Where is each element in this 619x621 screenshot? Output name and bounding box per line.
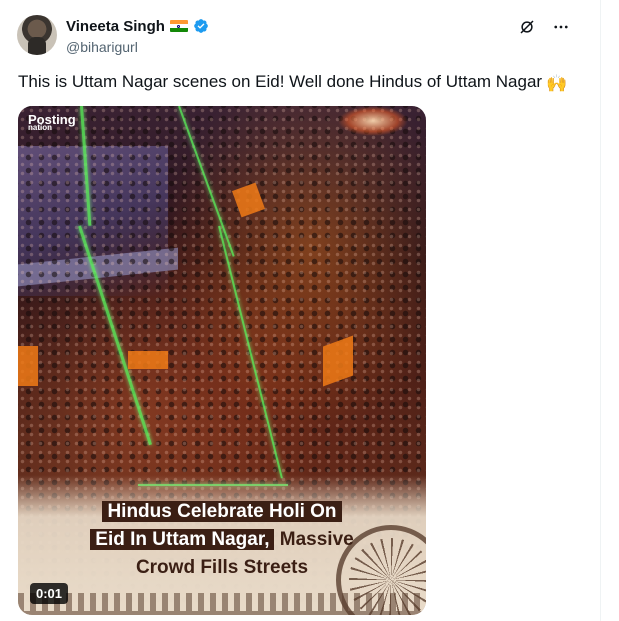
author-name[interactable]: Vineeta Singh xyxy=(66,18,165,35)
caption-line-2-rest: Massive xyxy=(274,529,354,550)
author-handle[interactable]: @biharigurl xyxy=(66,39,138,55)
video-duration-badge: 0:01 xyxy=(30,583,69,604)
stage-lights-image xyxy=(338,106,408,136)
more-icon[interactable] xyxy=(551,17,571,37)
caption-line-1: Hindus Celebrate Holi On xyxy=(102,501,342,522)
tweet-text-body: This is Uttam Nagar scenes on Eid! Well … xyxy=(18,72,543,91)
caption-line-2-highlight: Eid In Uttam Nagar, xyxy=(90,529,275,550)
saffron-flag xyxy=(18,346,38,386)
video-caption: Hindus Celebrate Holi On Eid In Uttam Na… xyxy=(18,499,426,583)
avatar[interactable] xyxy=(17,15,57,55)
channel-logo: Posting nation xyxy=(28,112,76,132)
saffron-flag xyxy=(128,351,168,369)
tweet-text: This is Uttam Nagar scenes on Eid! Well … xyxy=(18,70,567,96)
verified-badge-icon[interactable] xyxy=(193,18,209,34)
tweet-actions-top xyxy=(517,17,571,37)
author-row: Vineeta Singh xyxy=(66,16,209,36)
video-player[interactable]: Posting nation Hindus Celebrate Holi On … xyxy=(18,106,426,615)
skyline-graphic xyxy=(18,593,426,615)
grok-icon[interactable] xyxy=(517,17,537,37)
raising-hands-emoji: 🙌 xyxy=(546,74,568,93)
caption-line-3: Crowd Fills Streets xyxy=(135,557,309,578)
tweet-card: Vineeta Singh @biharigurl This is Uttam … xyxy=(0,0,601,621)
india-flag-icon xyxy=(169,20,188,32)
